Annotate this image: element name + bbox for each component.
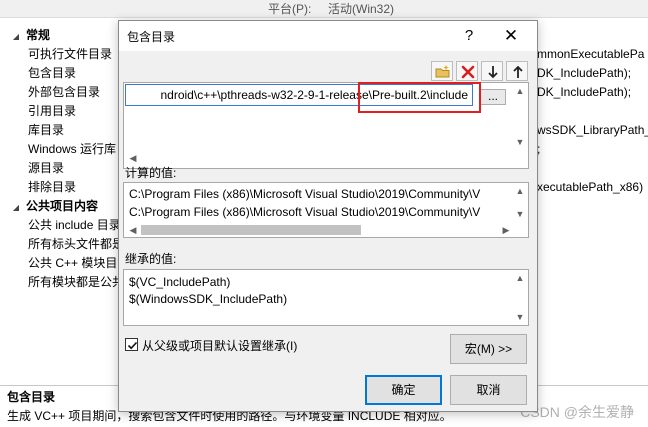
computed-vertical-scrollbar[interactable]: ▲ ▼ [513, 183, 527, 223]
annotation-highlight [358, 82, 481, 113]
browse-button[interactable]: ... [480, 89, 506, 105]
inherited-values-label: 继承的值: [125, 252, 177, 266]
description-title: 包含目录 [7, 390, 56, 404]
close-button[interactable]: ✕ [497, 24, 525, 48]
background-topbar: 平台(P): 活动(Win32) [0, 0, 648, 18]
list-vertical-scrollbar[interactable]: ▲ ▼ [513, 83, 527, 168]
collapse-icon[interactable]: ◢ [10, 28, 22, 46]
macros-button[interactable]: 宏(M) >> [450, 334, 527, 364]
scroll-down-icon[interactable]: ▼ [513, 135, 527, 149]
inherited-values-list[interactable]: $(VC_IncludePath) $(WindowsSDK_IncludePa… [123, 269, 529, 326]
list-toolbar [431, 61, 528, 81]
tree-category-general[interactable]: ◢ 常规 [0, 26, 50, 44]
ok-button[interactable]: 确定 [365, 375, 442, 405]
platform-label: 平台(P): [268, 2, 312, 16]
scroll-up-icon[interactable]: ▲ [513, 84, 527, 98]
computed-values-label: 计算的值: [125, 166, 177, 180]
tree-item-external-include-dirs[interactable]: 外部包含目录 [28, 83, 100, 101]
include-dirs-dialog: 包含目录 ? ✕ ▲ ▼ ◀ ndroid\c++\pthreads-w32-2… [118, 20, 538, 412]
inherit-checkbox-label[interactable]: 从父级或项目默认设置继承(I) [142, 337, 297, 354]
tree-item-all-headers-public[interactable]: 所有标头文件都是 [28, 235, 124, 253]
scroll-left-icon[interactable]: ◀ [126, 223, 140, 237]
tree-item-reference-dirs[interactable]: 引用目录 [28, 102, 76, 120]
delete-line-button[interactable] [456, 61, 478, 81]
tree-item-executable-dirs[interactable]: 可执行文件目录 [28, 45, 112, 63]
scroll-up-icon[interactable]: ▲ [513, 271, 527, 285]
inherited-value-row: $(VC_IncludePath) [129, 275, 231, 289]
checkmark-icon [127, 341, 138, 350]
tree-item-public-cpp-module-dirs[interactable]: 公共 C++ 模块目 [28, 254, 117, 272]
value-exclude-dirs[interactable]: xecutablePath_x86) [537, 178, 643, 196]
computed-value-row: C:\Program Files (x86)\Microsoft Visual … [129, 205, 481, 219]
property-values: mmonExecutablePa DK_IncludePath); DK_Inc… [537, 26, 648, 226]
value-executable-dirs[interactable]: mmonExecutablePa [537, 45, 644, 63]
computed-values-list[interactable]: C:\Program Files (x86)\Microsoft Visual … [123, 182, 529, 238]
value-include-dirs[interactable]: DK_IncludePath); [537, 64, 631, 82]
inherited-vertical-scrollbar[interactable]: ▲ ▼ [513, 270, 527, 325]
computed-horizontal-scrollbar[interactable]: ◀ ▶ [125, 223, 513, 237]
tree-item-source-dirs[interactable]: 源目录 [28, 159, 64, 177]
computed-value-row: C:\Program Files (x86)\Microsoft Visual … [129, 187, 481, 201]
tree-item-winrt-library-dirs[interactable]: Windows 运行库 [28, 140, 116, 158]
dialog-titlebar[interactable]: 包含目录 ? ✕ [119, 21, 537, 51]
value-external-include-dirs[interactable]: DK_IncludePath); [537, 83, 631, 101]
property-tree: ◢ 常规 可执行文件目录 包含目录 外部包含目录 引用目录 库目录 Windows… [0, 26, 124, 291]
value-library-dirs[interactable]: wsSDK_LibraryPath_ [537, 121, 648, 139]
scroll-down-icon[interactable]: ▼ [513, 310, 527, 324]
inherited-value-row: $(WindowsSDK_IncludePath) [129, 292, 288, 306]
scroll-left-icon[interactable]: ◀ [126, 151, 140, 165]
help-button[interactable]: ? [455, 24, 483, 48]
scroll-up-icon[interactable]: ▲ [513, 184, 527, 198]
tree-item-library-dirs[interactable]: 库目录 [28, 121, 64, 139]
collapse-icon[interactable]: ◢ [10, 199, 22, 217]
inherit-checkbox[interactable] [125, 338, 138, 351]
dialog-title: 包含目录 [127, 30, 176, 44]
tree-item-all-modules-public[interactable]: 所有模块都是公共 [28, 273, 124, 291]
tree-category-public-project[interactable]: ◢ 公共项目内容 [0, 197, 98, 215]
platform-value: 活动(Win32) [328, 2, 395, 16]
tree-item-exclude-dirs[interactable]: 排除目录 [28, 178, 76, 196]
scroll-down-icon[interactable]: ▼ [513, 207, 527, 221]
new-line-button[interactable] [431, 61, 453, 81]
move-down-button[interactable] [481, 61, 503, 81]
tree-item-public-include-dirs[interactable]: 公共 include 目录 [28, 216, 121, 234]
scrollbar-thumb[interactable] [141, 225, 361, 235]
list-horizontal-scrollbar[interactable]: ◀ [125, 151, 513, 165]
cancel-button[interactable]: 取消 [450, 375, 527, 405]
tree-item-include-dirs[interactable]: 包含目录 [28, 64, 76, 82]
scroll-right-icon[interactable]: ▶ [499, 223, 513, 237]
move-up-button[interactable] [506, 61, 528, 81]
